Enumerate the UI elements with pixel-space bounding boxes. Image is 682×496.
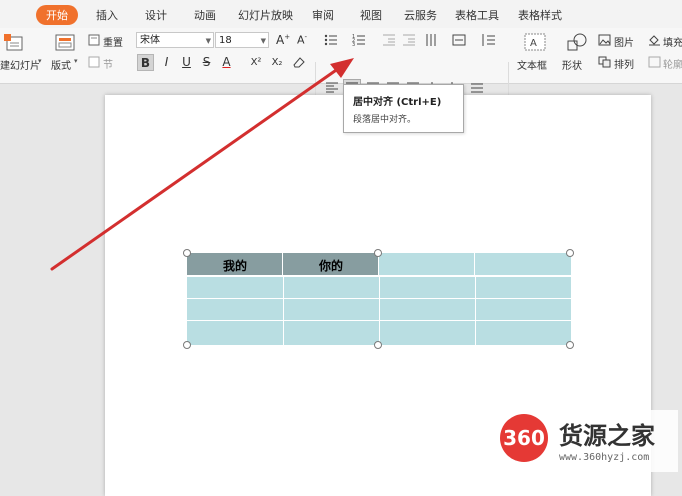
table-col-divider — [283, 275, 284, 345]
subscript-button[interactable]: X₂ — [267, 54, 287, 71]
resize-handle[interactable] — [566, 341, 574, 349]
table-header-cell-text: 我的 — [222, 259, 247, 273]
chevron-down-icon[interactable]: ▾ — [38, 57, 42, 65]
text-direction-icon[interactable] — [452, 33, 470, 47]
numbered-list-icon[interactable]: 1 2 3 — [352, 33, 366, 47]
arrange-icon[interactable] — [598, 56, 611, 68]
ribbon-tab-bar: 开始 插入 设计 动画 幻灯片放映 审阅 视图 云服务 表格工具 表格样式 — [0, 0, 682, 28]
bold-button[interactable]: B — [137, 54, 154, 71]
arrange-label[interactable]: 排列 — [614, 56, 634, 71]
tab-view[interactable]: 视图 — [360, 7, 382, 23]
tab-table-style[interactable]: 表格样式 — [518, 7, 562, 23]
textbox-icon[interactable]: A — [524, 33, 546, 51]
increase-font-icon[interactable]: A+ — [276, 33, 290, 47]
new-slide-label[interactable]: 建幻灯片 — [0, 57, 40, 72]
decrease-font-icon[interactable]: A- — [297, 33, 307, 47]
svg-text:3: 3 — [352, 42, 355, 47]
table-col-divider — [475, 275, 476, 345]
line-spacing-icon[interactable] — [480, 33, 498, 47]
section-label[interactable]: 节 — [103, 56, 113, 71]
table-col-divider — [379, 275, 380, 345]
font-size-value: 18 — [219, 35, 232, 46]
shape-label[interactable]: 形状 — [562, 57, 582, 72]
tab-cloud[interactable]: 云服务 — [404, 7, 437, 23]
svg-text:A: A — [530, 38, 537, 49]
new-slide-icon[interactable] — [4, 34, 24, 52]
resize-handle[interactable] — [566, 249, 574, 257]
italic-button[interactable]: I — [158, 54, 175, 71]
table-cell[interactable] — [475, 253, 571, 275]
layout-label[interactable]: 版式 — [51, 57, 71, 72]
font-name-value: 宋体 — [140, 35, 160, 46]
shape-icon[interactable] — [566, 33, 588, 51]
tab-slideshow[interactable]: 幻灯片放映 — [238, 7, 293, 23]
spacing-options-icon[interactable] — [470, 81, 484, 95]
outline-icon[interactable] — [648, 56, 661, 68]
tooltip: 居中对齐 (Ctrl+E) 段落居中对齐。 — [343, 84, 464, 133]
picture-icon[interactable] — [598, 34, 611, 46]
resize-handle[interactable] — [374, 341, 382, 349]
picture-label[interactable]: 图片 — [614, 34, 634, 49]
font-color-button[interactable]: A — [218, 54, 235, 71]
layout-icon[interactable] — [55, 34, 75, 52]
superscript-button[interactable]: X² — [246, 54, 266, 71]
watermark-logo: 360 — [500, 414, 548, 462]
bullet-list-icon[interactable] — [324, 33, 338, 47]
tab-insert[interactable]: 插入 — [96, 7, 118, 23]
section-icon[interactable] — [88, 56, 100, 68]
slide-table[interactable]: 我的 你的 — [187, 253, 571, 345]
font-name-select[interactable]: 宋体 ▼ — [136, 32, 214, 48]
tab-table-tools[interactable]: 表格工具 — [455, 7, 499, 23]
resize-handle[interactable] — [374, 249, 382, 257]
watermark-title: 货源之家 — [559, 421, 655, 450]
fill-icon[interactable] — [648, 34, 661, 46]
tab-home[interactable]: 开始 — [36, 5, 78, 25]
tooltip-title: 居中对齐 (Ctrl+E) — [353, 97, 442, 108]
table-cell[interactable] — [379, 253, 475, 275]
outline-label[interactable]: 轮廓 — [663, 56, 682, 71]
align-left-icon[interactable] — [325, 81, 339, 95]
resize-handle[interactable] — [183, 249, 191, 257]
tooltip-description: 段落居中对齐。 — [353, 115, 417, 125]
reset-label[interactable]: 重置 — [103, 34, 123, 49]
resize-handle[interactable] — [183, 341, 191, 349]
increase-indent-icon[interactable] — [402, 33, 416, 47]
fill-label[interactable]: 填充 — [663, 34, 682, 49]
underline-button[interactable]: U — [178, 54, 195, 71]
columns-icon[interactable] — [425, 33, 443, 47]
textbox-label[interactable]: 文本框 — [517, 57, 547, 72]
strikethrough-button[interactable]: S — [198, 54, 215, 71]
chevron-down-icon: ▼ — [260, 37, 266, 45]
reset-icon[interactable] — [88, 34, 100, 46]
chevron-down-icon: ▼ — [205, 37, 211, 45]
watermark-url: www.360hyzj.com — [559, 452, 650, 463]
font-size-select[interactable]: 18 ▼ — [215, 32, 269, 48]
chevron-down-icon[interactable]: ▾ — [74, 57, 78, 65]
toolbar: 建幻灯片 ▾ 版式 ▾ 重置 节 宋体 ▼ 18 ▼ A+ A- B I U S… — [0, 28, 682, 102]
eraser-icon[interactable] — [292, 55, 306, 69]
tab-review[interactable]: 审阅 — [312, 7, 334, 23]
decrease-indent-icon[interactable] — [382, 33, 396, 47]
table-header-cell-text: 你的 — [318, 259, 343, 273]
tab-design[interactable]: 设计 — [145, 7, 167, 23]
tab-animation[interactable]: 动画 — [194, 7, 216, 23]
